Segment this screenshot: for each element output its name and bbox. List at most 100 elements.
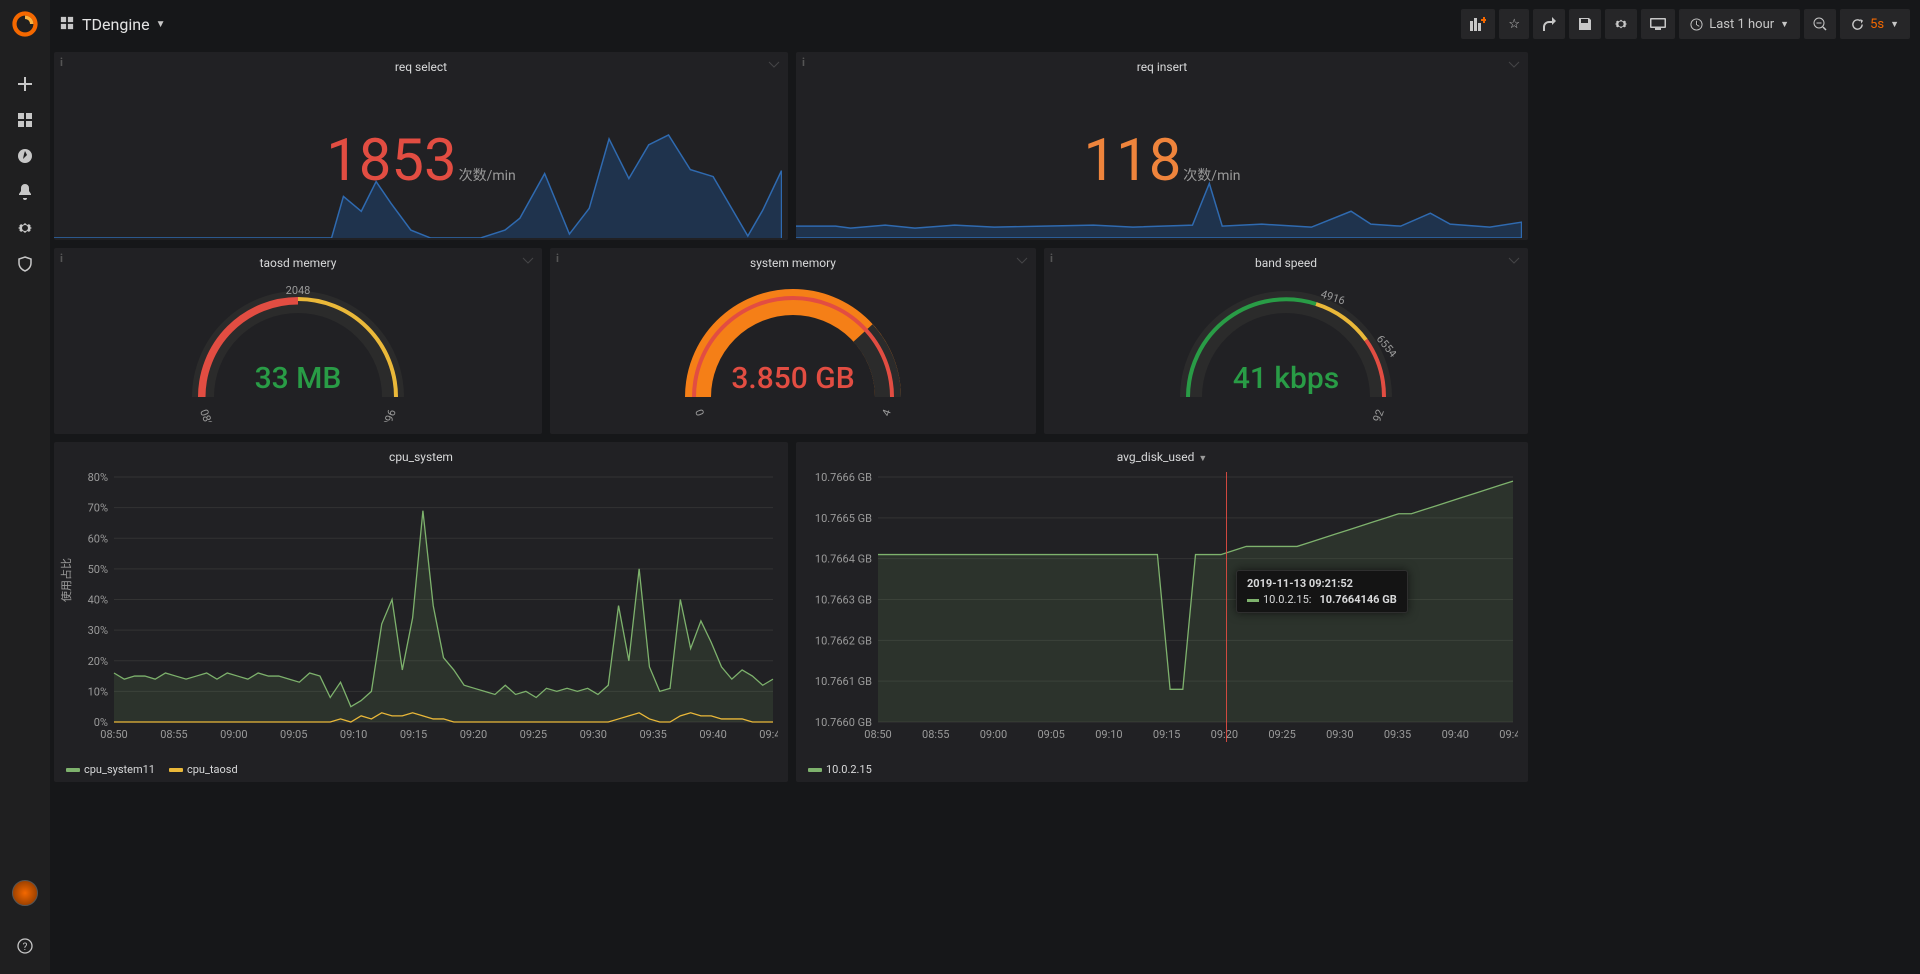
add-panel-button[interactable] — [1461, 9, 1495, 39]
tooltip-time: 2019-11-13 09:21:52 — [1247, 577, 1397, 590]
star-button[interactable]: ☆ — [1499, 9, 1529, 39]
nav-dashboards[interactable] — [0, 102, 50, 138]
panel-band-speed[interactable]: i band speed 4916 6554 8192 41 kbps — [1044, 248, 1528, 434]
panel-system-memory[interactable]: i system memory 0 4 3.850 GB — [550, 248, 1036, 434]
panel-info-icon[interactable]: i — [60, 252, 63, 265]
svg-text:09:35: 09:35 — [1384, 728, 1411, 741]
svg-text:08:55: 08:55 — [160, 728, 187, 741]
dashboard-title: TDengine — [82, 15, 150, 34]
legend-item[interactable]: 10.0.2.15 — [808, 763, 872, 776]
nav-configuration[interactable] — [0, 210, 50, 246]
svg-text:09:35: 09:35 — [639, 728, 666, 741]
svg-text:60%: 60% — [88, 532, 108, 545]
svg-text:20%: 20% — [88, 655, 108, 668]
gauge: 2048 080 4096 — [188, 282, 408, 422]
settings-button[interactable] — [1605, 9, 1637, 39]
panel-req-select[interactable]: i req select 1853次数/min — [54, 52, 788, 240]
share-button[interactable] — [1533, 9, 1565, 39]
svg-text:09:30: 09:30 — [580, 728, 607, 741]
svg-text:80%: 80% — [88, 472, 108, 484]
svg-text:50%: 50% — [88, 563, 108, 576]
gauge-value: 3.850 GB — [550, 361, 1036, 396]
svg-text:8192: 8192 — [1366, 408, 1387, 422]
refresh-picker[interactable]: 5s ▼ — [1840, 9, 1910, 39]
svg-text:10.7665 GB: 10.7665 GB — [815, 512, 872, 525]
svg-text:09:10: 09:10 — [340, 728, 367, 741]
svg-text:10.7663 GB: 10.7663 GB — [815, 594, 872, 607]
save-button[interactable] — [1569, 9, 1601, 39]
panel-menu-icon[interactable] — [1508, 58, 1520, 70]
nav-user-avatar[interactable] — [12, 880, 38, 906]
sparkline — [54, 129, 782, 238]
panel-menu-icon[interactable] — [768, 58, 780, 70]
svg-text:08:55: 08:55 — [922, 728, 949, 741]
panel-avg-disk-used[interactable]: avg_disk_used▼ 10.7660 GB10.7661 GB10.76… — [796, 442, 1528, 782]
grafana-logo[interactable] — [11, 10, 39, 38]
nav-explore[interactable] — [0, 138, 50, 174]
time-picker[interactable]: Last 1 hour ▼ — [1679, 9, 1800, 39]
svg-text:09:00: 09:00 — [220, 728, 247, 741]
nav-server-admin[interactable] — [0, 246, 50, 282]
gauge: 4916 6554 8192 — [1176, 282, 1396, 422]
nav-create[interactable] — [0, 66, 50, 102]
sparkline — [796, 129, 1522, 238]
svg-text:10.7666 GB: 10.7666 GB — [815, 472, 872, 484]
svg-text:09:15: 09:15 — [400, 728, 427, 741]
svg-text:080: 080 — [197, 408, 216, 422]
gauge: 0 4 — [683, 282, 903, 422]
gauge-value: 41 kbps — [1044, 361, 1528, 396]
panel-menu-icon[interactable] — [1016, 254, 1028, 266]
svg-text:10.7664 GB: 10.7664 GB — [815, 553, 872, 566]
crosshair — [1226, 472, 1227, 742]
svg-text:08:50: 08:50 — [864, 728, 891, 741]
svg-text:10.7662 GB: 10.7662 GB — [815, 634, 872, 647]
svg-text:09:05: 09:05 — [1037, 728, 1064, 741]
svg-text:10%: 10% — [88, 685, 108, 698]
panel-title[interactable]: avg_disk_used▼ — [796, 442, 1528, 464]
zoom-out-button[interactable] — [1804, 9, 1836, 39]
panel-title: band speed — [1044, 248, 1528, 270]
svg-text:09:40: 09:40 — [1442, 728, 1469, 741]
panel-req-insert[interactable]: i req insert 118次数/min — [796, 52, 1528, 240]
svg-text:09:10: 09:10 — [1095, 728, 1122, 741]
panel-title: req insert — [796, 52, 1528, 74]
panel-info-icon[interactable]: i — [1050, 252, 1053, 265]
refresh-interval-label: 5s — [1870, 17, 1884, 32]
svg-text:09:00: 09:00 — [980, 728, 1007, 741]
gauge-value: 33 MB — [54, 361, 542, 396]
svg-text:09:15: 09:15 — [1153, 728, 1180, 741]
svg-text:4: 4 — [879, 408, 893, 418]
panel-taosd-memory[interactable]: i taosd memery 2048 080 4096 33 MB — [54, 248, 542, 434]
panel-title: req select — [54, 52, 788, 74]
svg-text:30%: 30% — [88, 624, 108, 637]
svg-text:09:25: 09:25 — [520, 728, 547, 741]
legend: cpu_system11 cpu_taosd — [66, 763, 238, 776]
legend-item[interactable]: cpu_taosd — [169, 763, 238, 776]
panel-menu-icon[interactable] — [522, 254, 534, 266]
nav-alerting[interactable] — [0, 174, 50, 210]
legend: 10.0.2.15 — [808, 763, 872, 776]
svg-text:09:20: 09:20 — [1211, 728, 1238, 741]
time-range-label: Last 1 hour — [1709, 17, 1774, 32]
svg-text:40%: 40% — [88, 594, 108, 607]
left-nav: ? — [0, 0, 50, 974]
panel-info-icon[interactable]: i — [802, 56, 805, 69]
svg-text:09:20: 09:20 — [460, 728, 487, 741]
svg-text:?: ? — [23, 942, 28, 953]
panel-info-icon[interactable]: i — [60, 56, 63, 69]
cpu-chart: 0%10%20%30%40%50%60%70%80%08:5008:5509:0… — [64, 472, 778, 742]
panel-info-icon[interactable]: i — [556, 252, 559, 265]
svg-text:10.7661 GB: 10.7661 GB — [815, 675, 872, 688]
panel-menu-icon[interactable] — [1508, 254, 1520, 266]
svg-text:09:05: 09:05 — [280, 728, 307, 741]
panel-cpu-system[interactable]: cpu_system 使用占比 0%10%20%30%40%50%60%70%8… — [54, 442, 788, 782]
dashboard-title-dropdown[interactable]: TDengine ▼ — [60, 15, 165, 34]
panel-title: taosd memery — [54, 248, 542, 270]
svg-text:2048: 2048 — [286, 284, 311, 297]
svg-text:08:50: 08:50 — [100, 728, 127, 741]
svg-text:09:30: 09:30 — [1326, 728, 1353, 741]
nav-help[interactable]: ? — [0, 928, 50, 964]
legend-item[interactable]: cpu_system11 — [66, 763, 155, 776]
cycle-view-button[interactable] — [1641, 9, 1675, 39]
svg-text:09:45: 09:45 — [1499, 728, 1518, 741]
